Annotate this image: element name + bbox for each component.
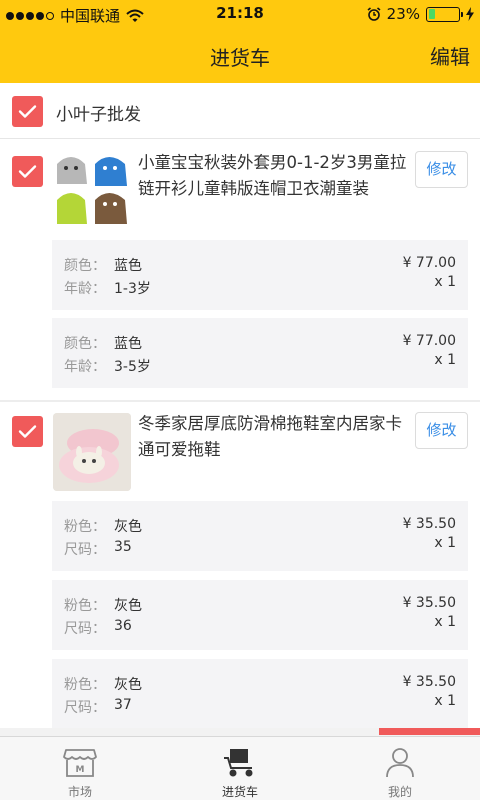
attr-value: 35 [114, 539, 132, 555]
attr-label: 粉色： [64, 598, 106, 614]
hoodie-thumbnail-icon[interactable] [53, 150, 131, 228]
variant-quantity: x 1 [434, 693, 456, 709]
variant-quantity: x 1 [434, 274, 456, 290]
attr-label: 颜色： [64, 258, 106, 274]
tab-label: 进货车 [221, 785, 258, 799]
variant-price: ¥ 35.50 [402, 674, 456, 690]
market-icon: M [63, 749, 97, 777]
tab-bar: M 市场 进货车 我的 [0, 736, 480, 800]
slipper-thumbnail-icon[interactable] [53, 413, 131, 491]
modify-button[interactable]: 修改 [415, 151, 468, 188]
battery-icon [426, 6, 463, 22]
attr-value: 蓝色 [114, 258, 142, 274]
attr-value: 灰色 [114, 519, 142, 535]
variant-quantity: x 1 [434, 614, 456, 630]
scroll-indicator [0, 728, 480, 735]
checkmark-icon [18, 105, 37, 118]
attr-value: 灰色 [114, 677, 142, 693]
status-right: 23% [367, 5, 474, 23]
battery-percent: 23% [386, 5, 420, 23]
variant-price: ¥ 77.00 [402, 333, 456, 349]
attr-label: 尺码： [64, 700, 106, 716]
attr-value: 蓝色 [114, 336, 142, 352]
attr-label: 粉色： [64, 677, 106, 693]
checkmark-icon [18, 165, 37, 178]
tab-label: 市场 [67, 785, 92, 799]
tab-label: 我的 [387, 785, 412, 799]
attr-value: 36 [114, 618, 132, 634]
variant-row[interactable]: 颜色： 蓝色 年龄： 1-3岁 ¥ 77.00 x 1 [52, 240, 468, 310]
variant-quantity: x 1 [434, 535, 456, 551]
attr-label: 粉色： [64, 519, 106, 535]
charging-icon [466, 7, 474, 21]
checkmark-icon [18, 425, 37, 438]
attr-value: 1-3岁 [114, 281, 151, 297]
shop-row: 小叶子批发 [0, 83, 480, 139]
variant-quantity: x 1 [434, 352, 456, 368]
cart-product: 小童宝宝秋装外套男0-1-2岁3男童拉链开衫儿童韩版连帽卫衣潮童装 修改 颜色：… [0, 140, 480, 400]
variant-price: ¥ 35.50 [402, 595, 456, 611]
page-title: 进货车 [210, 46, 270, 70]
attr-label: 尺码： [64, 621, 106, 637]
product-title[interactable]: 冬季家居厚底防滑棉拖鞋室内居家卡通可爱拖鞋 [138, 411, 410, 463]
edit-button[interactable]: 编辑 [430, 41, 470, 70]
tab-market[interactable]: M 市场 [0, 737, 160, 800]
variant-row[interactable]: 粉色： 灰色 尺码： 35 ¥ 35.50 x 1 [52, 501, 468, 571]
scroll-indicator-fill [379, 728, 480, 735]
product-title[interactable]: 小童宝宝秋装外套男0-1-2岁3男童拉链开衫儿童韩版连帽卫衣潮童装 [138, 150, 410, 202]
attr-value: 3-5岁 [114, 359, 151, 375]
attr-value: 37 [114, 697, 132, 713]
alarm-icon [367, 7, 381, 21]
shop-checkbox[interactable] [12, 96, 43, 127]
product-checkbox[interactable] [12, 416, 43, 447]
attr-label: 颜色： [64, 336, 106, 352]
cart-icon [224, 749, 253, 777]
status-bar: 中国联通 21:18 23% [0, 0, 480, 28]
variant-price: ¥ 77.00 [402, 255, 456, 271]
cart-product: 冬季家居厚底防滑棉拖鞋室内居家卡通可爱拖鞋 修改 粉色： 灰色 尺码： 35 ¥… [0, 403, 480, 733]
attr-label: 年龄： [64, 281, 106, 297]
tab-me[interactable]: 我的 [320, 737, 480, 800]
attr-value: 灰色 [114, 598, 142, 614]
tab-cart[interactable]: 进货车 [160, 737, 320, 800]
header: 中国联通 21:18 23% 进货车 编辑 [0, 0, 480, 83]
variant-row[interactable]: 颜色： 蓝色 年龄： 3-5岁 ¥ 77.00 x 1 [52, 318, 468, 388]
variant-row[interactable]: 粉色： 灰色 尺码： 36 ¥ 35.50 x 1 [52, 580, 468, 650]
cart-list[interactable]: 小叶子批发 小童宝宝秋装外套男0-1-2岁3男童拉链开衫儿童韩版连帽卫衣潮童装 … [0, 83, 480, 733]
svg-text:M: M [76, 765, 85, 775]
variant-price: ¥ 35.50 [402, 516, 456, 532]
shop-name: 小叶子批发 [56, 105, 141, 125]
product-checkbox[interactable] [12, 156, 43, 187]
modify-button[interactable]: 修改 [415, 412, 468, 449]
attr-label: 尺码： [64, 542, 106, 558]
section-divider [0, 400, 480, 402]
user-icon [386, 748, 414, 778]
attr-label: 年龄： [64, 359, 106, 375]
variant-row[interactable]: 粉色： 灰色 尺码： 37 ¥ 35.50 x 1 [52, 659, 468, 729]
